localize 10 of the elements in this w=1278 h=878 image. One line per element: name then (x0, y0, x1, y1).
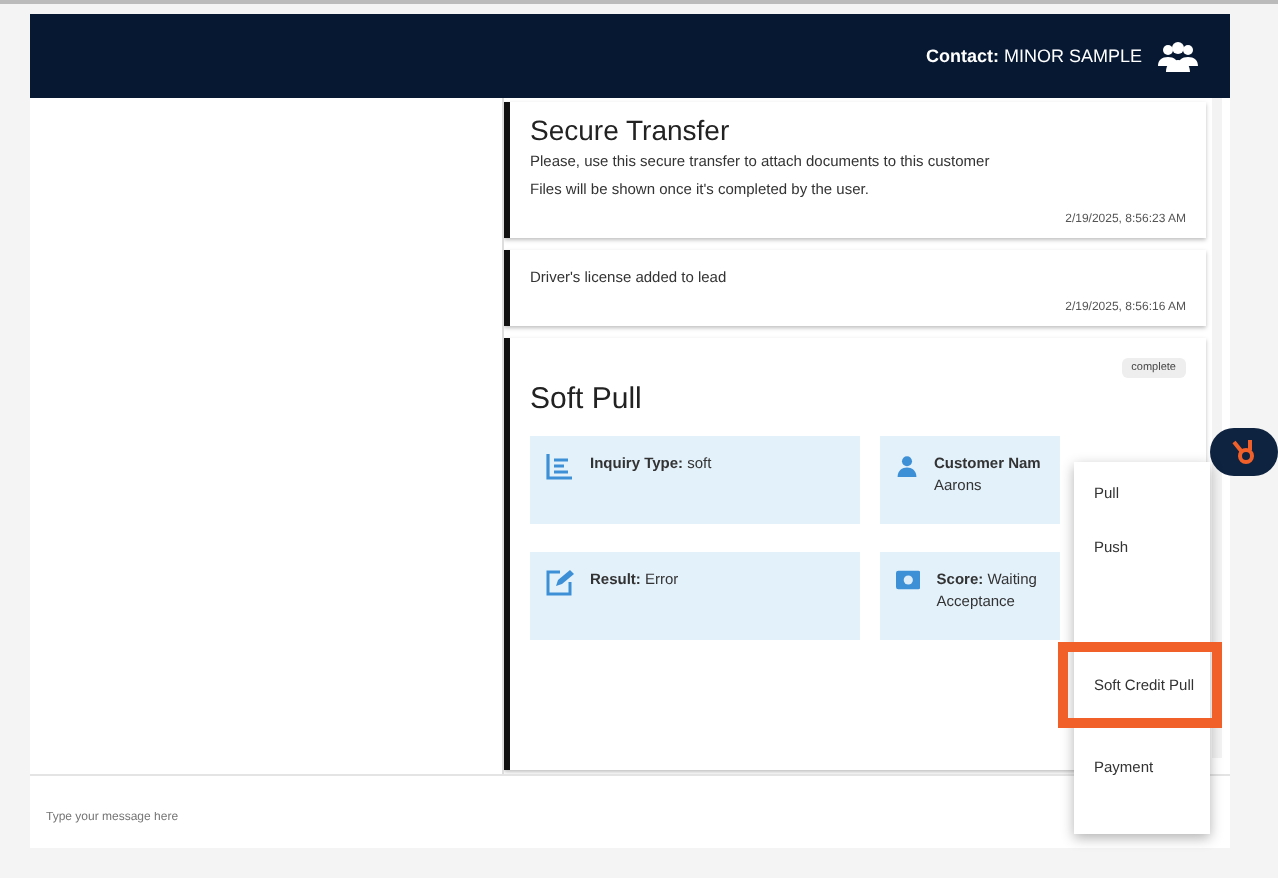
chart-icon (546, 452, 574, 480)
edit-icon (546, 568, 574, 596)
hub-button[interactable] (1210, 428, 1278, 476)
card-title: Soft Pull (530, 382, 644, 416)
people-icon (1158, 40, 1198, 72)
hub-icon (1230, 438, 1258, 466)
id-card-icon (896, 568, 921, 592)
person-icon (896, 452, 918, 480)
card-title: Secure Transfer (530, 114, 732, 146)
contact-label: Contact: MINOR SAMPLE (925, 46, 1142, 66)
